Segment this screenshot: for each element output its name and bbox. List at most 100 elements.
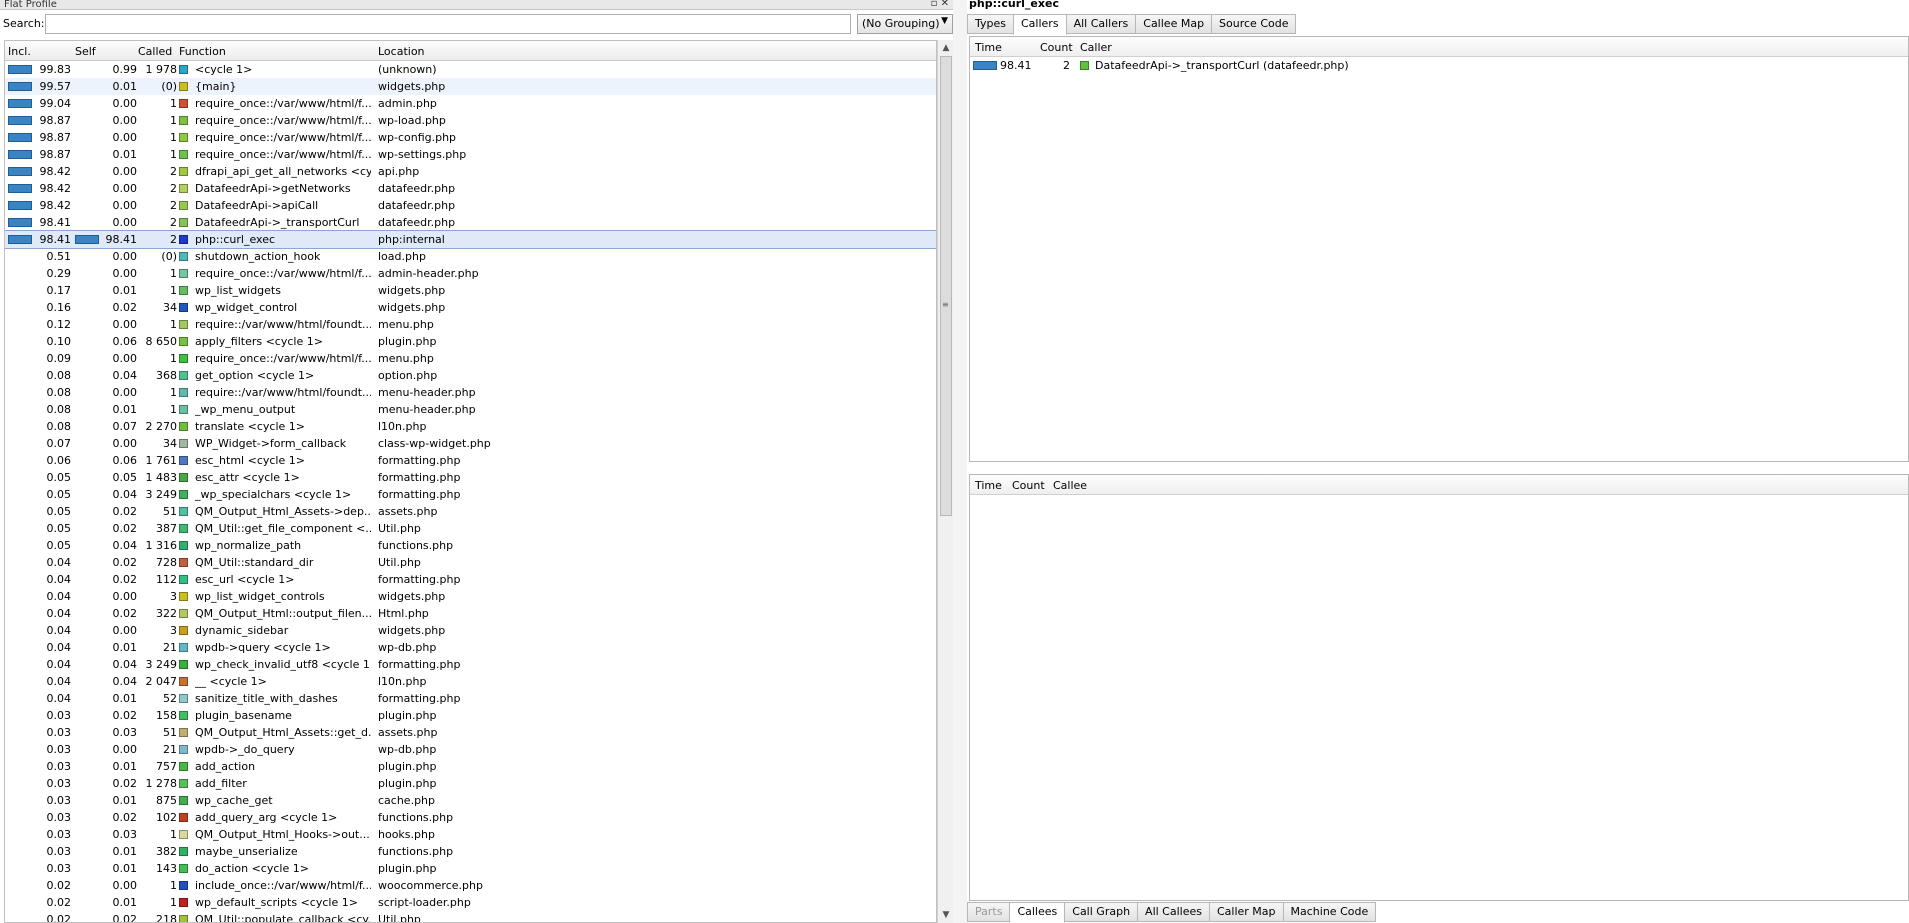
- table-row[interactable]: 0.03 0.00 21 wpdb->_do_query wp-db.php: [5, 741, 936, 758]
- tab-types[interactable]: Types: [967, 14, 1014, 34]
- col-count[interactable]: Count: [1040, 41, 1073, 54]
- color-swatch-icon: [179, 524, 188, 533]
- list-item[interactable]: 98.41 2 DatafeedrApi->_transportCurl (data…: [970, 57, 1908, 74]
- table-row[interactable]: 0.03 0.02 158 plugin_basename plugin.php: [5, 707, 936, 724]
- tab-parts[interactable]: Parts: [967, 902, 1011, 922]
- table-row[interactable]: 0.03 0.03 51 QM_Output_Html_Assets::get_d..…: [5, 724, 936, 741]
- table-row[interactable]: 0.04 0.00 3 wp_list_widget_controls widgets.…: [5, 588, 936, 605]
- tab-callees[interactable]: Callees: [1009, 902, 1066, 923]
- table-row[interactable]: 0.08 0.00 1 require::/var/www/html/foundt..…: [5, 384, 936, 401]
- scroll-up-icon[interactable]: ▲: [938, 40, 954, 56]
- table-row[interactable]: 0.05 0.04 1 316 wp_normalize_path functions.…: [5, 537, 936, 554]
- tab-source-code[interactable]: Source Code: [1211, 14, 1297, 34]
- function-name: QM_Util::get_file_component <...: [195, 522, 371, 535]
- tab-all-callees[interactable]: All Callees: [1137, 902, 1210, 922]
- tab-all-callers[interactable]: All Callers: [1065, 14, 1137, 34]
- tab-caller-map[interactable]: Caller Map: [1208, 902, 1284, 922]
- table-row[interactable]: 98.41 0.00 2 DatafeedrApi->_transportCurl da…: [5, 214, 936, 231]
- call-count: 158: [156, 709, 177, 722]
- table-row[interactable]: 98.41 98.41 2 php::curl_exec php:internal: [5, 230, 936, 249]
- table-row[interactable]: 0.04 0.04 3 249 wp_check_invalid_utf8 <cycl…: [5, 656, 936, 673]
- color-swatch-icon: [179, 371, 188, 380]
- table-row[interactable]: 98.87 0.01 1 require_once::/var/www/html/f.…: [5, 146, 936, 163]
- table-row[interactable]: 98.87 0.00 1 require_once::/var/www/html/f.…: [5, 112, 936, 129]
- table-row[interactable]: 0.02 0.00 1 include_once::/var/www/html/f..…: [5, 877, 936, 894]
- float-icon[interactable]: ▫: [931, 0, 938, 9]
- table-row[interactable]: 0.03 0.01 875 wp_cache_get cache.php: [5, 792, 936, 809]
- table-row[interactable]: 0.04 0.01 52 sanitize_title_with_dashes form…: [5, 690, 936, 707]
- col-count[interactable]: Count: [1012, 479, 1045, 492]
- function-location: formatting.php: [378, 658, 461, 671]
- color-swatch-icon: [179, 235, 188, 244]
- table-row[interactable]: 0.05 0.05 1 483 esc_attr <cycle 1> formattin…: [5, 469, 936, 486]
- table-row[interactable]: 0.09 0.00 1 require_once::/var/www/html/f..…: [5, 350, 936, 367]
- table-row[interactable]: 0.08 0.07 2 270 translate <cycle 1> l10n.php: [5, 418, 936, 435]
- search-input[interactable]: [45, 14, 851, 34]
- caller-time: 98.41: [1000, 59, 1032, 72]
- table-row[interactable]: 0.08 0.01 1 _wp_menu_output menu-header.php: [5, 401, 936, 418]
- table-row[interactable]: 0.02 0.02 218 QM_Util::populate_callback <c…: [5, 911, 936, 922]
- table-row[interactable]: 0.07 0.00 34 WP_Widget->form_callback class-…: [5, 435, 936, 452]
- table-row[interactable]: 0.03 0.01 382 maybe_unserialize functions.ph…: [5, 843, 936, 860]
- color-swatch-icon: [179, 82, 188, 91]
- table-row[interactable]: 0.04 0.04 2 047 __ <cycle 1> l10n.php: [5, 673, 936, 690]
- tab-machine-code[interactable]: Machine Code: [1282, 902, 1377, 922]
- table-row[interactable]: 98.87 0.00 1 require_once::/var/www/html/f.…: [5, 129, 936, 146]
- table-row[interactable]: 0.17 0.01 1 wp_list_widgets widgets.php: [5, 282, 936, 299]
- vertical-scrollbar[interactable]: ▲ ≡ ▼: [937, 40, 953, 923]
- tab-callee-map[interactable]: Callee Map: [1135, 14, 1213, 34]
- col-callee[interactable]: Callee: [1053, 479, 1087, 492]
- incl-cost: 0.04: [46, 624, 72, 637]
- col-time[interactable]: Time: [975, 479, 1002, 492]
- tab-call-graph[interactable]: Call Graph: [1064, 902, 1139, 922]
- table-row[interactable]: 0.04 0.02 112 esc_url <cycle 1> formatting.p…: [5, 571, 936, 588]
- scroll-thumb[interactable]: [940, 56, 952, 516]
- table-row[interactable]: 0.10 0.06 8 650 apply_filters <cycle 1> plug…: [5, 333, 936, 350]
- table-row[interactable]: 0.05 0.04 3 249 _wp_specialchars <cycle 1> f…: [5, 486, 936, 503]
- col-time[interactable]: Time: [975, 41, 1002, 54]
- col-called[interactable]: Called: [138, 45, 172, 58]
- close-icon[interactable]: ✕: [941, 0, 949, 9]
- color-swatch-icon: [179, 796, 188, 805]
- table-row[interactable]: 0.03 0.02 102 add_query_arg <cycle 1> functi…: [5, 809, 936, 826]
- table-row[interactable]: 0.06 0.06 1 761 esc_html <cycle 1> formattin…: [5, 452, 936, 469]
- table-row[interactable]: 98.42 0.00 2 dfrapi_api_get_all_networks <c…: [5, 163, 936, 180]
- table-row[interactable]: 0.29 0.00 1 require_once::/var/www/html/f..…: [5, 265, 936, 282]
- table-row[interactable]: 0.51 0.00 (0) shutdown_action_hook load.php: [5, 248, 936, 265]
- table-row[interactable]: 0.04 0.00 3 dynamic_sidebar widgets.php: [5, 622, 936, 639]
- table-row[interactable]: 0.16 0.02 34 wp_widget_control widgets.php: [5, 299, 936, 316]
- incl-cost: 98.42: [39, 165, 72, 178]
- incl-cost: 0.08: [46, 386, 72, 399]
- col-function[interactable]: Function: [179, 45, 226, 58]
- col-self[interactable]: Self: [75, 45, 96, 58]
- table-row[interactable]: 98.42 0.00 2 DatafeedrApi->apiCall datafeedr…: [5, 197, 936, 214]
- table-row[interactable]: 0.04 0.02 322 QM_Output_Html::output_filen.…: [5, 605, 936, 622]
- grouping-select[interactable]: (No Grouping) ▼: [857, 14, 953, 34]
- color-swatch-icon: [179, 456, 188, 465]
- table-row[interactable]: 0.05 0.02 387 QM_Util::get_file_component <…: [5, 520, 936, 537]
- table-row[interactable]: 0.05 0.02 51 QM_Output_Html_Assets->dep... a…: [5, 503, 936, 520]
- table-row[interactable]: 0.03 0.01 143 do_action <cycle 1> plugin.php: [5, 860, 936, 877]
- col-caller[interactable]: Caller: [1080, 41, 1112, 54]
- table-row[interactable]: 0.08 0.04 368 get_option <cycle 1> option.ph…: [5, 367, 936, 384]
- table-row[interactable]: 98.42 0.00 2 DatafeedrApi->getNetworks dataf…: [5, 180, 936, 197]
- col-location[interactable]: Location: [378, 45, 425, 58]
- scroll-down-icon[interactable]: ▼: [938, 907, 954, 923]
- table-row[interactable]: 0.03 0.02 1 278 add_filter plugin.php: [5, 775, 936, 792]
- panel-splitter[interactable]: [953, 0, 967, 923]
- table-row[interactable]: 0.03 0.03 1 QM_Output_Html_Hooks->out... hoo…: [5, 826, 936, 843]
- self-cost: 0.04: [112, 675, 138, 688]
- table-row[interactable]: 0.02 0.01 1 wp_default_scripts <cycle 1> scr…: [5, 894, 936, 911]
- tab-callers[interactable]: Callers: [1013, 14, 1067, 35]
- table-row[interactable]: 0.04 0.01 21 wpdb->query <cycle 1> wp-db.php: [5, 639, 936, 656]
- table-row[interactable]: 0.04 0.02 728 QM_Util::standard_dir Util.php: [5, 554, 936, 571]
- col-incl[interactable]: Incl.: [8, 45, 31, 58]
- table-row[interactable]: 0.03 0.01 757 add_action plugin.php: [5, 758, 936, 775]
- function-name: php::curl_exec: [195, 233, 276, 246]
- self-cost: 0.04: [112, 369, 138, 382]
- table-row[interactable]: 0.12 0.00 1 require::/var/www/html/foundt..…: [5, 316, 936, 333]
- call-count: 3 249: [145, 658, 178, 671]
- table-row[interactable]: 99.83 0.99 1 978 <cycle 1> (unknown): [5, 61, 936, 78]
- table-row[interactable]: 99.04 0.00 1 require_once::/var/www/html/f.…: [5, 95, 936, 112]
- table-row[interactable]: 99.57 0.01 (0) {main} widgets.php: [5, 78, 936, 95]
